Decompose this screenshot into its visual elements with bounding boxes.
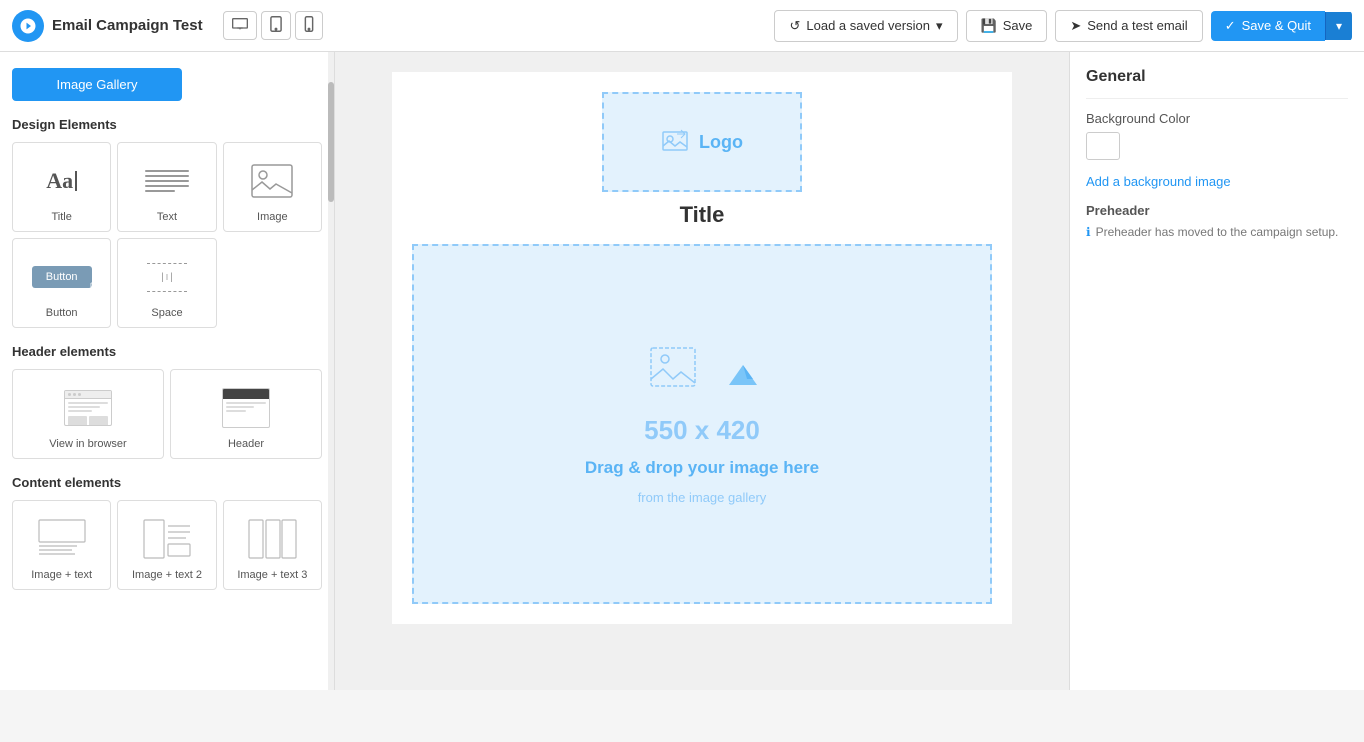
app-logo: Email Campaign Test	[12, 10, 203, 42]
email-canvas: Logo Title	[335, 52, 1069, 690]
checkmark-icon: ✓	[1225, 18, 1236, 34]
header-elements-title: Header elements	[12, 344, 322, 359]
header-label: Header	[228, 438, 264, 450]
element-header[interactable]: Header	[170, 369, 322, 459]
text-element-icon	[137, 155, 197, 207]
image-size: 550 x 420	[644, 415, 760, 446]
main-layout: Image Gallery Design Elements Aa Title	[0, 52, 1364, 690]
add-bg-image-link[interactable]: Add a background image	[1086, 174, 1348, 189]
title-label: Title	[51, 211, 71, 223]
drag-sub: from the image gallery	[638, 490, 767, 505]
bg-color-label: Background Color	[1086, 111, 1348, 126]
browser-element-icon	[58, 382, 118, 434]
app-title: Email Campaign Test	[52, 17, 203, 34]
bg-color-swatch[interactable]	[1086, 132, 1120, 160]
info-icon: ℹ	[1086, 224, 1091, 241]
scrollbar-thumb[interactable]	[328, 82, 334, 202]
dropdown-icon: ▾	[936, 18, 943, 34]
space-label: Space	[151, 307, 182, 319]
logo-placeholder[interactable]: Logo	[602, 92, 802, 192]
right-panel: General Background Color Add a backgroun…	[1069, 52, 1364, 690]
content3-icon	[242, 513, 302, 565]
preheader-label: Preheader	[1086, 203, 1348, 218]
design-elements-grid: Aa Title Text	[12, 142, 322, 328]
drag-text: Drag & drop your image here	[585, 458, 819, 478]
content2-label: Image + text 2	[132, 569, 202, 581]
save-btn[interactable]: 💾 Save	[966, 10, 1048, 42]
view-browser-label: View in browser	[49, 438, 126, 450]
content-elements-grid: Image + text Image + text 2	[12, 500, 322, 590]
element-button[interactable]: Button 🖱 Button	[12, 238, 111, 328]
button-label: Button	[46, 307, 78, 319]
desktop-btn[interactable]	[223, 11, 257, 40]
header-elements-grid: View in browser Header	[12, 369, 322, 459]
element-view-browser[interactable]: View in browser	[12, 369, 164, 459]
app-header: Email Campaign Test ↺ Load a save	[0, 0, 1364, 52]
scrollbar-track	[328, 52, 334, 690]
space-element-icon: | I |	[137, 251, 197, 303]
save-quit-dropdown-btn[interactable]: ▾	[1325, 12, 1352, 40]
sidebar: Image Gallery Design Elements Aa Title	[0, 52, 335, 690]
text-label: Text	[157, 211, 177, 223]
content-elements-title: Content elements	[12, 475, 322, 490]
mobile-btn[interactable]	[295, 11, 323, 40]
history-icon: ↺	[789, 18, 800, 34]
send-icon: ➤	[1070, 18, 1081, 34]
element-image[interactable]: Image	[223, 142, 322, 232]
header-actions: ↺ Load a saved version ▾ 💾 Save ➤ Send a…	[774, 10, 1352, 42]
content3-label: Image + text 3	[237, 569, 307, 581]
save-quit-btn[interactable]: ✓ Save & Quit	[1211, 11, 1325, 41]
email-container: Logo Title	[392, 72, 1012, 624]
element-content-1[interactable]: Image + text	[12, 500, 111, 590]
content1-icon	[32, 513, 92, 565]
element-space[interactable]: | I | Space	[117, 238, 216, 328]
content1-label: Image + text	[31, 569, 92, 581]
test-email-btn[interactable]: ➤ Send a test email	[1055, 10, 1202, 42]
button-element-icon: Button 🖱	[32, 251, 92, 303]
element-title[interactable]: Aa Title	[12, 142, 111, 232]
design-elements-title: Design Elements	[12, 117, 322, 132]
load-version-btn[interactable]: ↺ Load a saved version ▾	[774, 10, 957, 42]
element-text[interactable]: Text	[117, 142, 216, 232]
element-content-2[interactable]: Image + text 2	[117, 500, 216, 590]
title-element-icon: Aa	[32, 155, 92, 207]
save-icon: 💾	[981, 18, 997, 34]
header-element-icon	[216, 382, 276, 434]
preheader-note: ℹ Preheader has moved to the campaign se…	[1086, 224, 1348, 241]
email-title[interactable]: Title	[392, 192, 1012, 244]
image-drop-zone[interactable]: 550 x 420 Drag & drop your image here fr…	[412, 244, 992, 604]
logo-icon	[12, 10, 44, 42]
element-content-3[interactable]: Image + text 3	[223, 500, 322, 590]
image-element-icon	[242, 155, 302, 207]
image-gallery-btn[interactable]: Image Gallery	[12, 68, 182, 101]
content2-icon	[137, 513, 197, 565]
tablet-btn[interactable]	[261, 11, 291, 40]
device-buttons	[223, 11, 323, 40]
panel-title: General	[1086, 68, 1348, 99]
save-quit-group: ✓ Save & Quit ▾	[1211, 11, 1352, 41]
image-label: Image	[257, 211, 288, 223]
